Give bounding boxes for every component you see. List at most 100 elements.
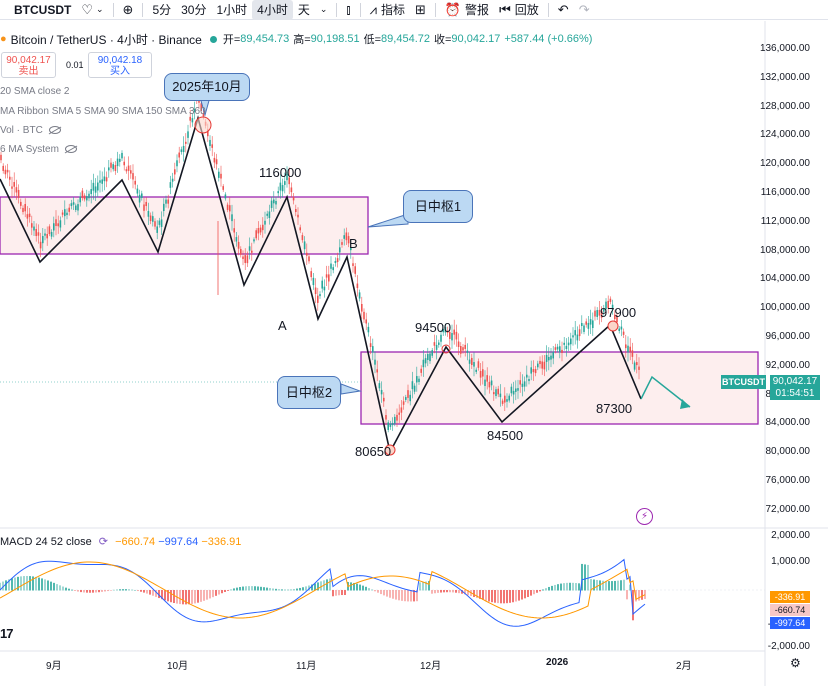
- macd-histogram-bar: [554, 584, 556, 591]
- lightning-icon[interactable]: ⚡: [636, 508, 653, 525]
- candle-body: [552, 351, 554, 359]
- candle-body: [251, 250, 253, 253]
- callout-zone-2[interactable]: 日中枢2: [277, 376, 341, 409]
- price-label-97900[interactable]: 97900: [600, 305, 636, 320]
- time-label-dec: 12月: [420, 661, 442, 672]
- macd-histogram-bar: [473, 590, 475, 597]
- candle-body: [517, 388, 519, 391]
- macd-histogram-bar: [287, 589, 289, 591]
- wave-label-a[interactable]: A: [278, 318, 287, 333]
- macd-histogram-bar: [320, 581, 322, 591]
- low-label: 低=: [363, 34, 382, 46]
- price-label-87300[interactable]: 87300: [596, 401, 632, 416]
- interval-dropdown[interactable]: ⌄: [315, 0, 333, 20]
- interval-1d-button[interactable]: 天: [293, 0, 315, 20]
- symbol-search-button[interactable]: BTCUSDT: [0, 0, 76, 20]
- macd-histogram-bar: [335, 590, 337, 596]
- compare-symbol-button[interactable]: ⊕: [118, 0, 139, 20]
- macd-histogram-bar: [47, 580, 49, 591]
- candle-body: [354, 266, 356, 274]
- replay-button[interactable]: ⏮ 回放: [494, 0, 544, 20]
- candle-body: [20, 201, 22, 206]
- tradingview-logo[interactable]: 17: [0, 626, 14, 641]
- cycle-icon[interactable]: ⟳: [99, 535, 108, 548]
- price-label-80650[interactable]: 80650: [355, 444, 391, 459]
- price-label-94500[interactable]: 94500: [415, 320, 451, 335]
- candle-body: [515, 388, 517, 392]
- macd-histogram-bar: [68, 588, 70, 591]
- alert-button[interactable]: ⏰ 警报: [440, 0, 494, 20]
- indicator-legend-ma-system[interactable]: 6 MA System: [0, 144, 77, 155]
- callout-zone-1[interactable]: 日中枢1: [403, 190, 473, 223]
- chart-type-button[interactable]: ⫾: [341, 0, 355, 20]
- price-axis-label: 112,000.00: [760, 215, 810, 227]
- candle-body: [490, 380, 493, 386]
- candle-body: [622, 331, 625, 335]
- macd-histogram-bar: [227, 590, 229, 591]
- close-value: 90,042.17: [451, 33, 501, 45]
- macd-legend[interactable]: MACD 24 52 close ⟳ −660.74 −997.64 −336.…: [0, 535, 241, 548]
- indicator-legend-sma20[interactable]: 20 SMA close 2: [0, 86, 69, 97]
- redo-button[interactable]: ↷: [574, 0, 595, 20]
- macd-histogram-bar: [233, 588, 235, 591]
- eye-hidden-icon[interactable]: [48, 126, 61, 135]
- watchlist-heart-button[interactable]: ♡ ⌄: [76, 0, 108, 20]
- callout-tail-zone2: [340, 383, 362, 395]
- macd-histogram-bar: [278, 589, 280, 591]
- candle-body: [554, 347, 557, 350]
- buy-button[interactable]: 90,042.18 买入: [88, 52, 152, 78]
- undo-button[interactable]: ↶: [553, 0, 574, 20]
- gear-icon[interactable]: ⚙: [790, 656, 801, 670]
- sell-button[interactable]: 90,042.17 卖出: [1, 52, 56, 78]
- candle-body: [416, 376, 418, 383]
- indicator-legend-volume[interactable]: Vol · BTC: [0, 125, 61, 136]
- candle-body: [420, 368, 422, 373]
- macd-histogram-bar: [275, 588, 277, 591]
- candle-body: [633, 362, 636, 370]
- eye-hidden-icon[interactable]: [64, 145, 77, 154]
- interval-5m-button[interactable]: 5分: [147, 0, 176, 20]
- market-status-dot: [209, 35, 217, 43]
- indicators-button[interactable]: ⩘ 指标: [365, 0, 410, 20]
- interval-4h-button[interactable]: 4小时: [252, 0, 293, 20]
- candle-body: [455, 331, 458, 340]
- macd-histogram-bar: [44, 579, 46, 591]
- price-label-84500[interactable]: 84500: [487, 428, 523, 443]
- candle-body: [156, 226, 158, 233]
- zone-2-box[interactable]: [360, 351, 759, 425]
- callout-oct-2025[interactable]: 2025年10月: [164, 73, 250, 101]
- pivot-marker-oct[interactable]: [194, 116, 212, 134]
- chart-canvas[interactable]: [0, 21, 828, 686]
- candle-body: [284, 181, 286, 185]
- macd-histogram-bar: [134, 589, 136, 591]
- interval-1h-button[interactable]: 1小时: [211, 0, 252, 20]
- candle-body: [570, 338, 572, 345]
- candle-body: [39, 241, 42, 249]
- price-axis-label: 80,000.00: [765, 446, 811, 458]
- macd-histogram-bar: [83, 590, 85, 593]
- wave-label-b[interactable]: B: [349, 236, 358, 251]
- candle-body: [451, 333, 453, 341]
- macd-histogram-bar: [596, 579, 598, 591]
- macd-histogram-bar: [5, 580, 7, 591]
- order-quantity[interactable]: 0.01: [66, 60, 84, 70]
- candle-body: [539, 360, 541, 365]
- candle-body: [125, 169, 128, 172]
- candle-body: [585, 321, 587, 325]
- candle-body: [550, 355, 552, 360]
- candle-body: [169, 182, 172, 188]
- indicator-legend-ma-ribbon[interactable]: MA Ribbon SMA 5 SMA 90 SMA 150 SMA 360: [0, 106, 206, 117]
- candle-body: [266, 213, 268, 216]
- price-label-116000[interactable]: 116000: [259, 165, 301, 180]
- macd-histogram-bar: [302, 587, 304, 591]
- candle-body: [158, 220, 161, 225]
- toolbar-divider: [547, 2, 549, 17]
- candle-body: [636, 362, 638, 366]
- candle-body: [37, 232, 40, 236]
- templates-button[interactable]: ⊞: [410, 0, 431, 20]
- pivot-marker-97900[interactable]: [607, 320, 619, 332]
- macd-hist-value: −660.74: [115, 536, 156, 548]
- macd-histogram-bar: [179, 590, 181, 605]
- interval-30m-button[interactable]: 30分: [176, 0, 211, 20]
- macd-histogram-bar: [578, 583, 580, 591]
